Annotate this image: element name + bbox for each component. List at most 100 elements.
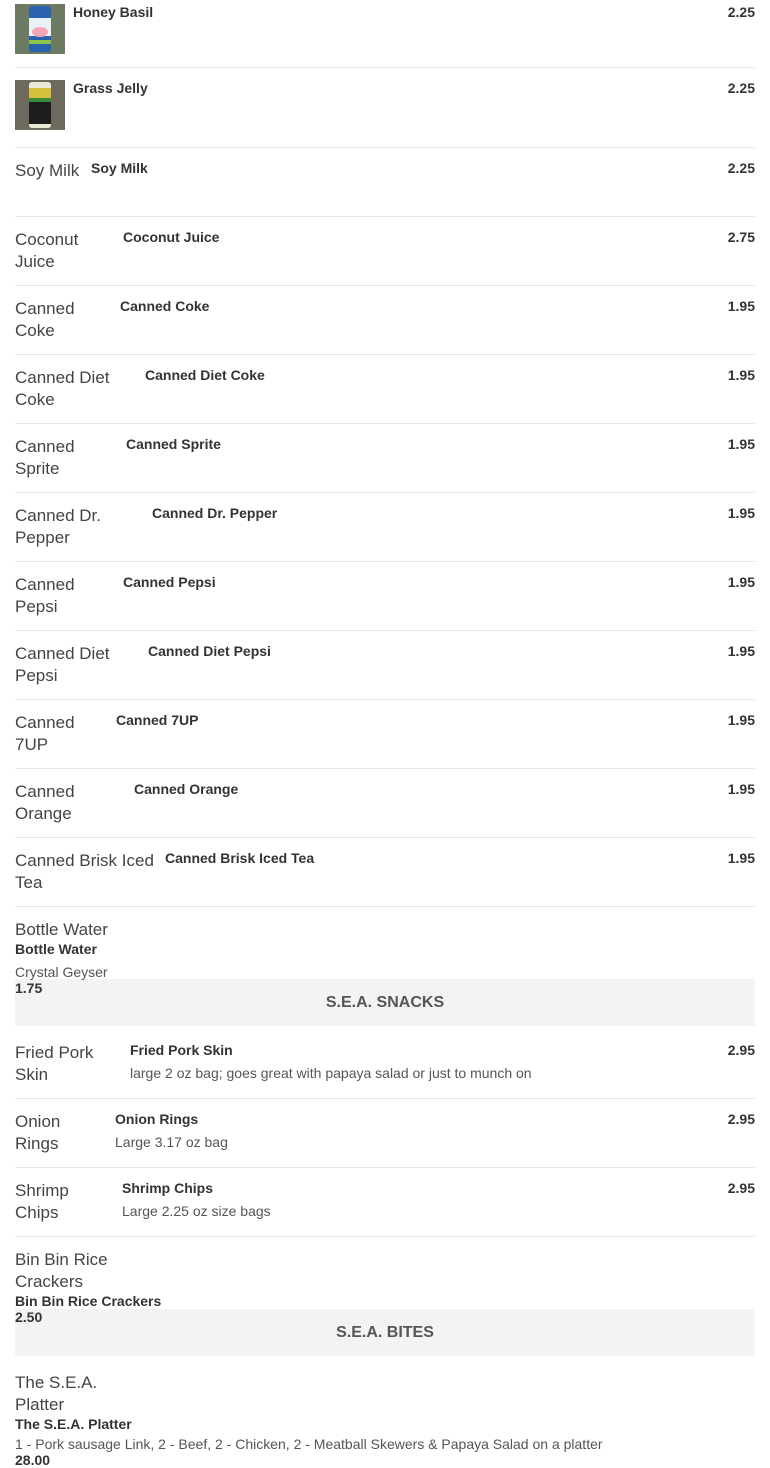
item-price: 1.95 — [727, 574, 755, 590]
item-image: Fried Pork Skin — [15, 1043, 94, 1084]
item-image: Bin Bin Rice Crackers — [15, 1250, 108, 1291]
item-image: Bottle Water — [15, 920, 108, 939]
item-info: Coconut Juice — [123, 229, 728, 245]
item-name: Canned Brisk Iced Tea — [165, 850, 315, 866]
item-price: 1.95 — [727, 298, 755, 314]
item-price: 1.95 — [727, 643, 755, 659]
item-description: Crystal Geyser — [15, 964, 108, 980]
item-image: Soy Milk — [15, 161, 80, 180]
menu-item[interactable]: Canned Diet Pepsi Canned Diet Pepsi 1.95 — [15, 631, 755, 700]
item-price: 2.75 — [727, 229, 755, 245]
item-info: Canned Sprite — [126, 436, 728, 452]
item-image: Canned Dr. Pepper — [15, 506, 101, 547]
menu-item[interactable]: Canned Pepsi Canned Pepsi 1.95 — [15, 562, 755, 631]
menu-item[interactable]: Canned Orange Canned Orange 1.95 — [15, 769, 755, 838]
item-image: Canned Coke — [15, 299, 75, 340]
item-info: Fried Pork Skin large 2 oz bag; goes gre… — [130, 1042, 728, 1081]
item-price: 1.95 — [727, 367, 755, 383]
item-name: Shrimp Chips — [122, 1180, 214, 1196]
item-name: Fried Pork Skin — [130, 1042, 233, 1058]
item-info: The S.E.A. Platter 1 - Pork sausage Link… — [15, 1416, 755, 1452]
item-image: Canned 7UP — [15, 713, 75, 754]
menu-item[interactable]: Canned 7UP Canned 7UP 1.95 — [15, 700, 755, 769]
honey-basil-can-image — [15, 4, 65, 54]
item-image: Canned Diet Coke — [15, 368, 110, 409]
item-info: Honey Basil — [73, 4, 728, 20]
menu-item[interactable]: Canned Dr. Pepper Canned Dr. Pepper 1.95 — [15, 493, 755, 562]
menu-item[interactable]: Canned Brisk Iced Tea Canned Brisk Iced … — [15, 838, 755, 907]
menu-item[interactable]: Grass Jelly 2.25 — [15, 68, 755, 148]
item-name: Honey Basil — [73, 4, 154, 20]
item-price: 1.95 — [727, 436, 755, 452]
item-image: Canned Orange — [15, 782, 75, 823]
menu-item[interactable]: Onion Rings Onion Rings Large 3.17 oz ba… — [15, 1099, 755, 1168]
item-name: Canned Orange — [134, 781, 239, 797]
item-description: Large 2.25 oz size bags — [122, 1203, 271, 1219]
item-info: Onion Rings Large 3.17 oz bag — [115, 1111, 728, 1150]
menu-item[interactable]: The S.E.A. Platter The S.E.A. Platter 1 … — [15, 1356, 755, 1468]
grass-jelly-can-image — [15, 80, 65, 130]
item-image: The S.E.A. Platter — [15, 1373, 98, 1414]
menu-item[interactable]: Bin Bin Rice Crackers Bin Bin Rice Crack… — [15, 1237, 755, 1325]
item-info: Canned Diet Coke — [145, 367, 728, 383]
item-description: Large 3.17 oz bag — [115, 1134, 228, 1150]
item-price: 1.95 — [727, 712, 755, 728]
menu-item[interactable]: Canned Coke Canned Coke 1.95 — [15, 286, 755, 355]
item-price: 2.25 — [727, 80, 755, 96]
item-info: Soy Milk — [91, 160, 728, 176]
item-info: Grass Jelly — [73, 80, 728, 96]
item-name: Canned 7UP — [116, 712, 199, 728]
section-header-bites: S.E.A. BITES — [15, 1309, 755, 1356]
item-name: Grass Jelly — [73, 80, 148, 96]
item-name: Onion Rings — [115, 1111, 199, 1127]
item-info: Shrimp Chips Large 2.25 oz size bags — [122, 1180, 728, 1219]
item-price: 2.25 — [727, 160, 755, 176]
menu-item[interactable]: Shrimp Chips Shrimp Chips Large 2.25 oz … — [15, 1168, 755, 1237]
item-name: The S.E.A. Platter — [15, 1416, 132, 1432]
item-price: 2.95 — [727, 1042, 755, 1058]
item-name: Soy Milk — [91, 160, 148, 176]
menu-item[interactable]: Canned Sprite Canned Sprite 1.95 — [15, 424, 755, 493]
item-description: 1 - Pork sausage Link, 2 - Beef, 2 - Chi… — [15, 1436, 603, 1452]
item-image: Canned Pepsi — [15, 575, 75, 616]
item-image: Shrimp Chips — [15, 1181, 69, 1222]
item-description: large 2 oz bag; goes great with papaya s… — [130, 1065, 532, 1081]
item-info: Canned Diet Pepsi — [148, 643, 728, 659]
item-image: Canned Sprite — [15, 437, 75, 478]
item-info: Bottle Water Crystal Geyser — [15, 941, 755, 980]
item-image: Canned Diet Pepsi — [15, 644, 110, 685]
item-price: 2.95 — [727, 1180, 755, 1196]
item-info: Canned 7UP — [116, 712, 728, 728]
menu-item[interactable]: Bottle Water Bottle Water Crystal Geyser… — [15, 907, 755, 996]
item-price: 2.25 — [727, 4, 755, 20]
menu-item[interactable]: Coconut Juice Coconut Juice 2.75 — [15, 217, 755, 286]
item-image: Coconut Juice — [15, 230, 79, 271]
item-image: Onion Rings — [15, 1112, 61, 1153]
menu-item[interactable]: Fried Pork Skin Fried Pork Skin large 2 … — [15, 1026, 755, 1099]
item-info: Canned Dr. Pepper — [152, 505, 728, 521]
item-price: 2.95 — [727, 1111, 755, 1127]
item-name: Coconut Juice — [123, 229, 220, 245]
item-name: Canned Pepsi — [123, 574, 216, 590]
item-price: 1.95 — [727, 505, 755, 521]
menu: Honey Basil 2.25 Grass Jelly 2.25 Soy Mi… — [15, 0, 755, 1468]
item-name: Canned Diet Pepsi — [148, 643, 271, 659]
section-header-snacks: S.E.A. SNACKS — [15, 979, 755, 1026]
item-name: Canned Sprite — [126, 436, 221, 452]
item-price: 28.00 — [15, 1452, 51, 1468]
menu-item[interactable]: Honey Basil 2.25 — [15, 0, 755, 68]
item-info: Canned Pepsi — [123, 574, 728, 590]
menu-item[interactable]: Soy Milk Soy Milk 2.25 — [15, 148, 755, 217]
item-name: Canned Coke — [120, 298, 210, 314]
item-price: 1.95 — [727, 850, 755, 866]
item-name: Canned Diet Coke — [145, 367, 265, 383]
item-name: Bin Bin Rice Crackers — [15, 1293, 162, 1309]
item-price: 1.95 — [727, 781, 755, 797]
item-info: Canned Orange — [134, 781, 728, 797]
item-image: Canned Brisk Iced Tea — [15, 851, 154, 892]
item-info: Canned Brisk Iced Tea — [165, 850, 728, 866]
menu-item[interactable]: Canned Diet Coke Canned Diet Coke 1.95 — [15, 355, 755, 424]
item-info: Bin Bin Rice Crackers — [15, 1293, 755, 1309]
item-name: Bottle Water — [15, 941, 97, 957]
item-name: Canned Dr. Pepper — [152, 505, 278, 521]
